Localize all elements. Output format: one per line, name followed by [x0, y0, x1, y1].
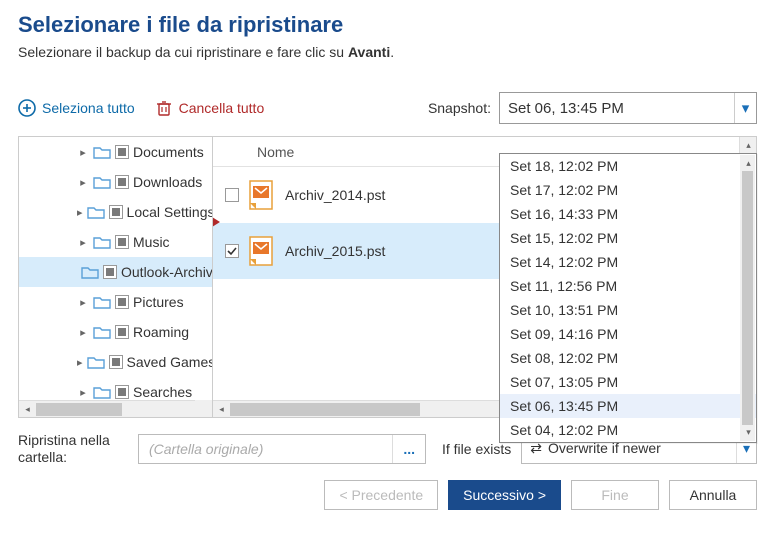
- checkbox-partial-icon[interactable]: [115, 295, 129, 309]
- file-name: Archiv_2015.pst: [285, 243, 385, 259]
- snapshot-value: Set 06, 13:45 PM: [508, 100, 624, 117]
- expand-icon[interactable]: ▸: [77, 356, 83, 369]
- snapshot-option[interactable]: Set 11, 12:56 PM: [500, 274, 756, 298]
- folder-icon: [93, 295, 111, 309]
- snapshot-option[interactable]: Set 18, 12:02 PM: [500, 154, 756, 178]
- checkbox-partial-icon[interactable]: [109, 205, 123, 219]
- checkbox-partial-icon[interactable]: [103, 265, 117, 279]
- snapshot-option[interactable]: Set 09, 14:16 PM: [500, 322, 756, 346]
- snapshot-option[interactable]: Set 10, 13:51 PM: [500, 298, 756, 322]
- snapshot-option[interactable]: Set 04, 12:02 PM: [500, 418, 756, 442]
- snapshot-dropdown[interactable]: Set 18, 12:02 PMSet 17, 12:02 PMSet 16, …: [499, 153, 757, 443]
- snapshot-option[interactable]: Set 07, 13:05 PM: [500, 370, 756, 394]
- tree-node[interactable]: ▸ Saved Games: [19, 347, 212, 377]
- tree-node[interactable]: ▸ Documents: [19, 137, 212, 167]
- checkbox[interactable]: [225, 188, 239, 202]
- trash-icon: [155, 99, 173, 117]
- checkbox-partial-icon[interactable]: [115, 325, 129, 339]
- folder-icon: [87, 355, 105, 369]
- folder-icon: [93, 385, 111, 399]
- checkbox-partial-icon[interactable]: [115, 385, 129, 399]
- snapshot-option[interactable]: Set 17, 12:02 PM: [500, 178, 756, 202]
- tree-node-label: Outlook-Archiv: [121, 264, 212, 280]
- tree-node-label: Downloads: [133, 174, 202, 190]
- expand-icon[interactable]: ▸: [77, 326, 89, 339]
- tree-node-label: Local Settings: [127, 204, 212, 220]
- clear-all-button[interactable]: Cancella tutto: [155, 99, 265, 117]
- tree-h-scrollbar[interactable]: ◂ ▸: [19, 400, 212, 417]
- tree-node-label: Roaming: [133, 324, 189, 340]
- tree-node-label: Documents: [133, 144, 204, 160]
- tree-node-label: Music: [133, 234, 170, 250]
- tree-node[interactable]: ▸ Pictures: [19, 287, 212, 317]
- expand-icon[interactable]: ▸: [77, 386, 89, 399]
- tree-node[interactable]: ▸ Downloads: [19, 167, 212, 197]
- folder-icon: [93, 175, 111, 189]
- folder-icon: [93, 235, 111, 249]
- prev-button[interactable]: < Precedente: [324, 480, 438, 510]
- restore-folder-label: Ripristina nella cartella:: [18, 432, 128, 466]
- checkbox-partial-icon[interactable]: [109, 355, 123, 369]
- splitter-icon[interactable]: [213, 217, 220, 227]
- snapshot-option[interactable]: Set 15, 12:02 PM: [500, 226, 756, 250]
- restore-folder-placeholder: (Cartella originale): [139, 441, 273, 457]
- snapshot-option[interactable]: Set 14, 12:02 PM: [500, 250, 756, 274]
- expand-icon[interactable]: ▸: [77, 296, 89, 309]
- restore-folder-input[interactable]: (Cartella originale) ...: [138, 434, 426, 464]
- finish-button[interactable]: Fine: [571, 480, 659, 510]
- if-exists-label: If file exists: [442, 441, 511, 457]
- checkbox[interactable]: [225, 244, 239, 258]
- expand-icon[interactable]: ▸: [77, 206, 83, 219]
- expand-icon[interactable]: ▸: [77, 176, 89, 189]
- tree-node-label: Pictures: [133, 294, 184, 310]
- tree-node-label: Saved Games: [127, 354, 212, 370]
- tree-node-label: Searches: [133, 384, 192, 400]
- plus-circle-icon: [18, 99, 36, 117]
- folder-icon: [87, 205, 105, 219]
- select-all-button[interactable]: Seleziona tutto: [18, 99, 135, 117]
- pst-file-icon: [249, 236, 275, 266]
- snapshot-option[interactable]: Set 08, 12:02 PM: [500, 346, 756, 370]
- expand-icon[interactable]: ▸: [77, 146, 89, 159]
- page-title: Selezionare i file da ripristinare: [18, 12, 757, 38]
- checkbox-partial-icon[interactable]: [115, 145, 129, 159]
- tree-node[interactable]: Outlook-Archiv: [19, 257, 212, 287]
- page-subtitle: Selezionare il backup da cui ripristinar…: [18, 44, 757, 60]
- dropdown-scrollbar[interactable]: ▴ ▾: [740, 155, 755, 441]
- snapshot-option[interactable]: Set 06, 13:45 PM: [500, 394, 756, 418]
- next-button[interactable]: Successivo >: [448, 480, 561, 510]
- file-name: Archiv_2014.pst: [285, 187, 385, 203]
- chevron-down-icon: ▾: [734, 93, 756, 123]
- folder-icon: [93, 145, 111, 159]
- folder-icon: [81, 265, 99, 279]
- snapshot-label: Snapshot:: [428, 100, 491, 116]
- pst-file-icon: [249, 180, 275, 210]
- folder-tree-panel: ▸ Documents ▸ Downloads ▸ Local Settings ▸ Musi…: [18, 136, 213, 418]
- folder-icon: [93, 325, 111, 339]
- snapshot-select[interactable]: Set 06, 13:45 PM ▾: [499, 92, 757, 124]
- expand-icon[interactable]: ▸: [77, 236, 89, 249]
- checkbox-partial-icon[interactable]: [115, 235, 129, 249]
- tree-node[interactable]: ▸ Roaming: [19, 317, 212, 347]
- cancel-button[interactable]: Annulla: [669, 480, 757, 510]
- tree-node[interactable]: ▸ Local Settings: [19, 197, 212, 227]
- snapshot-option[interactable]: Set 16, 14:33 PM: [500, 202, 756, 226]
- browse-button[interactable]: ...: [392, 435, 425, 463]
- checkbox-partial-icon[interactable]: [115, 175, 129, 189]
- tree-node[interactable]: ▸ Music: [19, 227, 212, 257]
